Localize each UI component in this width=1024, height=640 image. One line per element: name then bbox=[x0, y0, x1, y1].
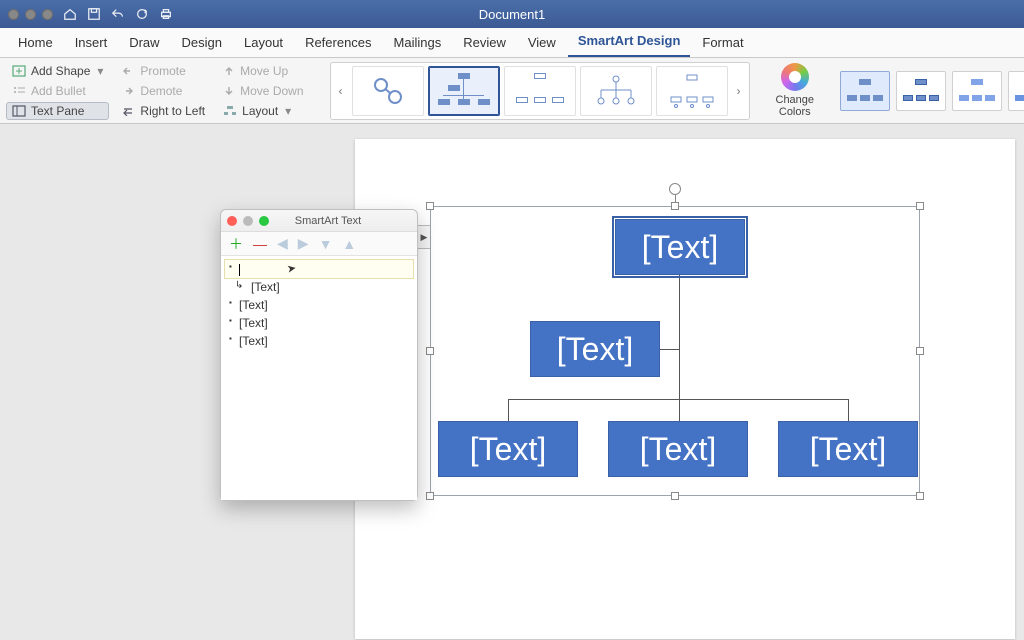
gallery-next-icon[interactable]: › bbox=[732, 84, 746, 98]
textpane-remove-icon[interactable]: — bbox=[253, 236, 267, 252]
window-titlebar: Document1 bbox=[0, 0, 1024, 28]
tab-draw[interactable]: Draw bbox=[119, 29, 169, 57]
textpane-title: SmartArt Text bbox=[245, 215, 411, 227]
tab-insert[interactable]: Insert bbox=[65, 29, 118, 57]
tab-references[interactable]: References bbox=[295, 29, 381, 57]
smartart-node-assistant[interactable]: [Text] bbox=[530, 321, 660, 377]
layout-thumb-2[interactable] bbox=[428, 66, 500, 116]
move-down-button[interactable]: Move Down bbox=[217, 82, 309, 100]
textpane-row-1[interactable]: [Text] bbox=[225, 278, 413, 296]
tab-format[interactable]: Format bbox=[692, 29, 753, 57]
save-icon[interactable] bbox=[87, 7, 101, 21]
textpane-row-3[interactable]: [Text] bbox=[225, 314, 413, 332]
textpane-expand-tab[interactable]: ▶ bbox=[417, 225, 430, 249]
textpane-row-2[interactable]: [Text] bbox=[225, 296, 413, 314]
style-thumb-3[interactable] bbox=[952, 71, 1002, 111]
smartart-canvas: [Text] [Text] [Text] [Text] [Text] bbox=[435, 211, 915, 491]
resize-handle-ne[interactable] bbox=[916, 202, 924, 210]
style-thumb-4[interactable] bbox=[1008, 71, 1024, 111]
layout-thumb-5[interactable] bbox=[656, 66, 728, 116]
textpane-row-4[interactable]: [Text] bbox=[225, 332, 413, 350]
style-thumb-1[interactable] bbox=[840, 71, 890, 111]
text-pane-toggle[interactable]: Text Pane bbox=[6, 102, 109, 120]
undo-icon[interactable] bbox=[111, 7, 125, 21]
resize-handle-nw[interactable] bbox=[426, 202, 434, 210]
smartart-node-child-3[interactable]: [Text] bbox=[778, 421, 918, 477]
textpane-toolbar: ＋ — ◀ ▶ ▼ ▲ bbox=[221, 232, 417, 256]
add-bullet-button[interactable]: Add Bullet bbox=[6, 82, 109, 100]
textpane-moveup-icon[interactable]: ▲ bbox=[342, 236, 356, 252]
textpane-indent-icon[interactable]: ▶ bbox=[298, 235, 309, 252]
quick-access-toolbar bbox=[63, 7, 173, 21]
smartart-node-child-1[interactable]: [Text] bbox=[438, 421, 578, 477]
resize-handle-n[interactable] bbox=[671, 202, 679, 210]
document-workspace: ▶ [Text] [Text] [Text] [Text] [Text] Sma… bbox=[0, 124, 1024, 640]
resize-handle-s[interactable] bbox=[671, 492, 679, 500]
smartart-node-child-2[interactable]: [Text] bbox=[608, 421, 748, 477]
tab-smartart-design[interactable]: SmartArt Design bbox=[568, 27, 691, 57]
layout-menu-button[interactable]: Layout▾ bbox=[217, 102, 309, 120]
tab-design[interactable]: Design bbox=[172, 29, 232, 57]
tab-home[interactable]: Home bbox=[8, 29, 63, 57]
home-icon[interactable] bbox=[63, 7, 77, 21]
promote-button[interactable]: Promote bbox=[115, 62, 211, 80]
change-colors-button[interactable]: Change Colors bbox=[770, 61, 821, 120]
resize-handle-e[interactable] bbox=[916, 347, 924, 355]
resize-handle-w[interactable] bbox=[426, 347, 434, 355]
resize-handle-se[interactable] bbox=[916, 492, 924, 500]
print-icon[interactable] bbox=[159, 7, 173, 21]
textpane-outdent-icon[interactable]: ◀ bbox=[277, 235, 288, 252]
ribbon: Add Shape▾ Add Bullet Text Pane Promote … bbox=[0, 58, 1024, 124]
close-window-button[interactable] bbox=[8, 9, 19, 20]
layout-thumb-4[interactable] bbox=[580, 66, 652, 116]
smartart-node-root[interactable]: [Text] bbox=[615, 219, 745, 275]
tab-layout[interactable]: Layout bbox=[234, 29, 293, 57]
add-shape-button[interactable]: Add Shape▾ bbox=[6, 62, 109, 80]
tab-view[interactable]: View bbox=[518, 29, 566, 57]
textpane-add-icon[interactable]: ＋ bbox=[229, 234, 243, 254]
style-gallery bbox=[840, 71, 1024, 111]
textpane-row-0[interactable]: ➤ bbox=[225, 260, 413, 278]
layout-thumb-3[interactable] bbox=[504, 66, 576, 116]
style-thumb-2[interactable] bbox=[896, 71, 946, 111]
textpane-close-button[interactable] bbox=[227, 216, 237, 226]
smartart-object[interactable]: ▶ [Text] [Text] [Text] [Text] [Text] bbox=[430, 206, 920, 496]
window-controls bbox=[8, 9, 53, 20]
smartart-text-pane[interactable]: SmartArt Text ＋ — ◀ ▶ ▼ ▲ ➤ [Text] [Text… bbox=[220, 209, 418, 501]
zoom-window-button[interactable] bbox=[42, 9, 53, 20]
redo-icon[interactable] bbox=[135, 7, 149, 21]
layout-thumb-1[interactable] bbox=[352, 66, 424, 116]
textpane-list: ➤ [Text] [Text] [Text] [Text] bbox=[221, 256, 417, 500]
gallery-prev-icon[interactable]: ‹ bbox=[334, 84, 348, 98]
demote-button[interactable]: Demote bbox=[115, 82, 211, 100]
mouse-cursor-icon: ➤ bbox=[286, 261, 297, 275]
right-to-left-button[interactable]: Right to Left bbox=[115, 102, 211, 120]
ribbon-tabs: Home Insert Draw Design Layout Reference… bbox=[0, 28, 1024, 58]
textpane-movedown-icon[interactable]: ▼ bbox=[319, 236, 333, 252]
tab-review[interactable]: Review bbox=[453, 29, 516, 57]
textpane-titlebar[interactable]: SmartArt Text bbox=[221, 210, 417, 232]
tab-mailings[interactable]: Mailings bbox=[384, 29, 452, 57]
rotate-handle[interactable] bbox=[669, 183, 681, 195]
resize-handle-sw[interactable] bbox=[426, 492, 434, 500]
layout-gallery: ‹ › bbox=[330, 62, 750, 120]
minimize-window-button[interactable] bbox=[25, 9, 36, 20]
color-wheel-icon bbox=[781, 63, 809, 91]
move-up-button[interactable]: Move Up bbox=[217, 62, 309, 80]
